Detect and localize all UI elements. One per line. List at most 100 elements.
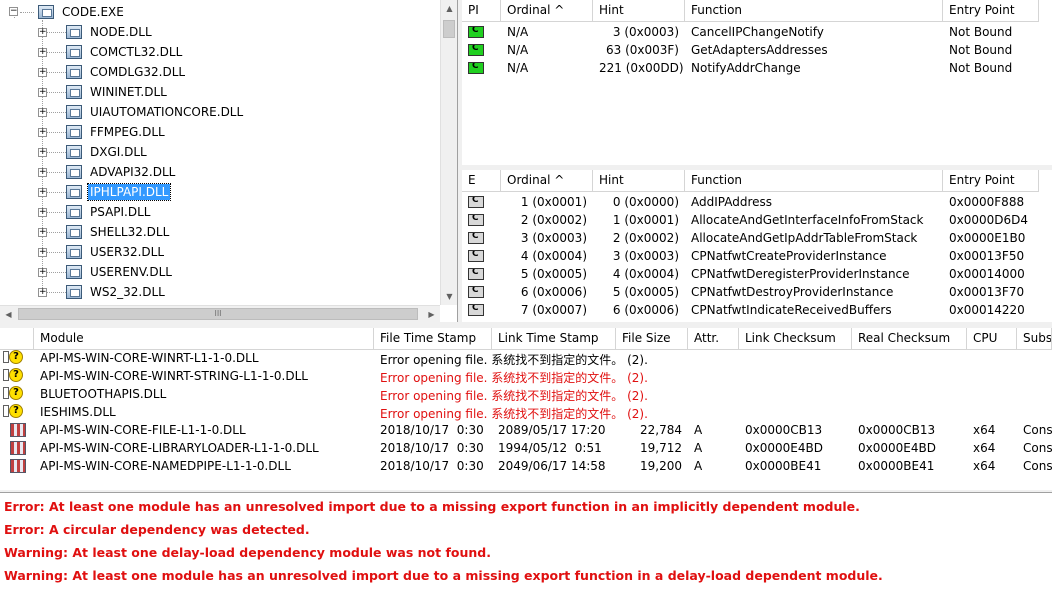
module-list-pane[interactable]: Module File Time Stamp Link Time Stamp F… — [0, 328, 1052, 490]
tree-collapse-icon[interactable]: − — [9, 7, 18, 16]
tree-item[interactable]: UIAUTOMATIONCORE.DLL — [66, 102, 245, 122]
module-name-cell: IESHIMS.DLL — [40, 405, 116, 419]
log-pane[interactable]: Error: At least one module has an unreso… — [0, 492, 1052, 593]
tree-item[interactable]: DXGI.DLL — [66, 142, 149, 162]
tree-expand-icon[interactable]: + — [38, 108, 47, 117]
table-row[interactable]: 2 (0x0002) 1 (0x0001) AllocateAndGetInterf… — [462, 212, 1039, 230]
modules-col-link-time[interactable]: Link Time Stamp — [492, 328, 616, 349]
exports-col-function[interactable]: Function — [685, 170, 943, 191]
tree-expand-icon[interactable]: + — [38, 28, 47, 37]
tree-item[interactable]: FFMPEG.DLL — [66, 122, 167, 142]
table-row[interactable]: API-MS-WIN-CORE-LIBRARYLOADER-L1-1-0.DLL… — [0, 440, 1052, 458]
dll-module-icon — [66, 245, 82, 259]
table-row[interactable]: API-MS-WIN-CORE-NAMEDPIPE-L1-1-0.DLL 2018… — [0, 458, 1052, 476]
tree-item[interactable]: WS2_32.DLL — [66, 282, 167, 302]
attr-cell: A — [694, 459, 703, 473]
tree-expand-icon[interactable]: + — [38, 48, 47, 57]
ordinal-cell: N/A — [507, 61, 529, 75]
module-name-cell: API-MS-WIN-CORE-LIBRARYLOADER-L1-1-0.DLL — [40, 441, 319, 455]
table-row[interactable]: 6 (0x0006) 5 (0x0005) CPNatfwtDestroyProvi… — [462, 284, 1039, 302]
table-row[interactable]: ? BLUETOOTHAPIS.DLL Error opening file. 系统… — [0, 386, 974, 404]
scroll-down-icon[interactable]: ▼ — [441, 288, 457, 305]
modules-col-file-size[interactable]: File Size — [616, 328, 688, 349]
log-line: Warning: At least one module has an unre… — [4, 568, 883, 583]
entry-point-cell: 0x00013F70 — [949, 285, 1025, 299]
tree-item[interactable]: ADVAPI32.DLL — [66, 162, 177, 182]
table-row[interactable]: ? API-MS-WIN-CORE-WINRT-L1-1-0.DLL Error o… — [0, 350, 974, 368]
tree-item[interactable]: USERENV.DLL — [66, 262, 174, 282]
table-row[interactable]: 7 (0x0007) 6 (0x0006) CPNatfwtIndicateRece… — [462, 302, 1039, 320]
tree-item[interactable]: COMCTL32.DLL — [66, 42, 184, 62]
tree-root-hline — [20, 12, 34, 13]
modules-col-link-checksum[interactable]: Link Checksum — [739, 328, 852, 349]
modules-col-real-checksum[interactable]: Real Checksum — [852, 328, 967, 349]
exports-col-ordinal[interactable]: Ordinal ^ — [501, 170, 593, 191]
module-name-cell: API-MS-WIN-CORE-WINRT-L1-1-0.DLL — [40, 351, 259, 365]
tree-item-label: SHELL32.DLL — [90, 225, 170, 239]
tree-hscroll-thumb[interactable]: III — [18, 308, 418, 320]
file-time-cell: 2018/10/17 0:30 — [380, 459, 484, 473]
tree-root-item[interactable]: CODE.EXE — [38, 2, 126, 22]
table-row[interactable]: 5 (0x0005) 4 (0x0004) CPNatfwtDeregisterPr… — [462, 266, 1039, 284]
tree-item-label: USERENV.DLL — [90, 265, 172, 279]
modules-col-subsystem[interactable]: Subs — [1017, 328, 1052, 349]
tree-expand-icon[interactable]: + — [38, 208, 47, 217]
subsystem-cell: Cons — [1023, 423, 1052, 437]
modules-col-cpu[interactable]: CPU — [967, 328, 1017, 349]
modules-col-attr[interactable]: Attr. — [688, 328, 739, 349]
tree-expand-icon[interactable]: + — [38, 128, 47, 137]
imports-col-pi[interactable]: PI — [462, 0, 501, 21]
hint-cell: 5 (0x0005) — [612, 285, 679, 299]
tree-item[interactable]: USER32.DLL — [66, 242, 166, 262]
tree-item[interactable]: WININET.DLL — [66, 82, 169, 102]
tree-horizontal-scrollbar[interactable]: ◀ III ▶ — [0, 305, 440, 322]
table-row[interactable]: 3 (0x0003) 2 (0x0002) AllocateAndGetIpAddr… — [462, 230, 1039, 248]
import-functions-pane[interactable]: PI Ordinal ^ Hint Function Entry Point N… — [462, 0, 1052, 165]
table-row[interactable]: N/A 221 (0x00DD) NotifyAddrChange Not Bound — [462, 60, 1039, 78]
scroll-right-icon[interactable]: ▶ — [423, 306, 440, 322]
table-row[interactable]: 1 (0x0001) 0 (0x0000) AddIPAddress 0x0000F8… — [462, 194, 1039, 212]
table-row[interactable]: 4 (0x0004) 3 (0x0003) CPNatfwtCreateProvid… — [462, 248, 1039, 266]
exports-col-entry-point[interactable]: Entry Point — [943, 170, 1039, 191]
tree-item[interactable]: NODE.DLL — [66, 22, 154, 42]
table-row[interactable]: ? API-MS-WIN-CORE-WINRT-STRING-L1-1-0.DLL… — [0, 368, 974, 386]
tree-item[interactable]: SHELL32.DLL — [66, 222, 171, 242]
tree-expand-icon[interactable]: + — [38, 88, 47, 97]
function-cell: CPNatfwtDestroyProviderInstance — [691, 285, 894, 299]
tree-item[interactable]: PSAPI.DLL — [66, 202, 153, 222]
tree-expand-icon[interactable]: + — [38, 268, 47, 277]
scroll-up-icon[interactable]: ▲ — [441, 0, 457, 17]
modules-col-module[interactable]: Module — [34, 328, 374, 349]
tree-expand-icon[interactable]: + — [38, 228, 47, 237]
modules-col-icon[interactable] — [0, 328, 34, 349]
modules-col-file-time[interactable]: File Time Stamp — [374, 328, 492, 349]
module-tree-pane[interactable]: − CODE.EXE + NODE.DLL + COMCTL32.DLL + COMDLG… — [0, 0, 458, 322]
exports-col-hint[interactable]: Hint — [593, 170, 685, 191]
row-icon-cell — [462, 60, 501, 78]
imports-col-hint[interactable]: Hint — [593, 0, 685, 21]
tree-vertical-scrollbar[interactable]: ▲ ▼ — [440, 0, 457, 305]
exports-header: E Ordinal ^ Hint Function Entry Point — [462, 170, 1039, 192]
c-function-icon — [468, 304, 484, 316]
tree-item[interactable]: IPHLPAPI.DLL — [66, 182, 172, 202]
imports-col-ordinal[interactable]: Ordinal ^ — [501, 0, 593, 21]
imports-col-entry-point[interactable]: Entry Point — [943, 0, 1039, 21]
table-row[interactable]: N/A 63 (0x003F) GetAdaptersAddresses Not Bo… — [462, 42, 1039, 60]
table-row[interactable]: N/A 3 (0x0003) CancelIPChangeNotify Not Bou… — [462, 24, 1039, 42]
imports-col-function[interactable]: Function — [685, 0, 943, 21]
scroll-left-icon[interactable]: ◀ — [0, 306, 17, 322]
tree-item[interactable]: COMDLG32.DLL — [66, 62, 187, 82]
tree-expand-icon[interactable]: + — [38, 288, 47, 297]
exports-col-e[interactable]: E — [462, 170, 501, 191]
tree-expand-icon[interactable]: + — [38, 68, 47, 77]
table-row[interactable]: API-MS-WIN-CORE-FILE-L1-1-0.DLL 2018/10/1… — [0, 422, 1052, 440]
tree-vscroll-thumb[interactable] — [443, 20, 455, 38]
module-name-cell: BLUETOOTHAPIS.DLL — [40, 387, 167, 401]
tree-expand-icon[interactable]: + — [38, 188, 47, 197]
tree-expand-icon[interactable]: + — [38, 148, 47, 157]
tree-expand-icon[interactable]: + — [38, 248, 47, 257]
tree-expand-icon[interactable]: + — [38, 168, 47, 177]
export-functions-pane[interactable]: E Ordinal ^ Hint Function Entry Point 1 … — [462, 170, 1052, 322]
dll-module-icon — [66, 145, 82, 159]
table-row[interactable]: ? IESHIMS.DLL Error opening file. 系统找不到指定的… — [0, 404, 974, 422]
